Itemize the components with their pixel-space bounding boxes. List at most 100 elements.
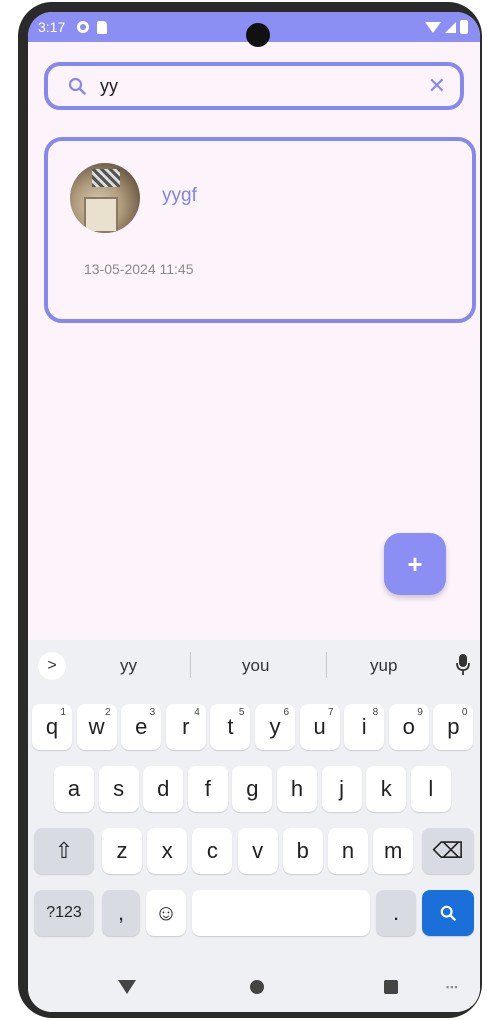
card-title: yygf bbox=[162, 185, 197, 206]
back-icon[interactable] bbox=[118, 980, 136, 994]
add-icon: + bbox=[407, 548, 423, 579]
key-m[interactable]: m bbox=[373, 828, 414, 874]
key-i-label: i bbox=[361, 714, 367, 739]
suggestion-strip: > yy you yup bbox=[28, 640, 480, 690]
key-b[interactable]: b bbox=[282, 828, 323, 874]
key-d-label: d bbox=[157, 776, 170, 801]
backspace-key[interactable]: ⌫ bbox=[422, 828, 474, 874]
key-c[interactable]: c bbox=[192, 828, 233, 874]
period-key[interactable]: . bbox=[376, 890, 416, 936]
search-icon bbox=[440, 905, 456, 921]
key-s[interactable]: s bbox=[98, 766, 139, 812]
key-q-label: q bbox=[45, 714, 59, 739]
key-o-label: o bbox=[402, 714, 415, 739]
search-input[interactable]: yy bbox=[100, 76, 428, 97]
key-p-label: p bbox=[447, 714, 460, 739]
key-a-label: a bbox=[67, 776, 81, 801]
suggestion-3[interactable]: yup bbox=[370, 656, 397, 676]
key-j-label: j bbox=[339, 776, 345, 801]
key-r[interactable]: r4 bbox=[165, 704, 206, 750]
suggestion-divider bbox=[326, 652, 327, 678]
key-l[interactable]: l bbox=[410, 766, 451, 812]
gear-icon bbox=[77, 21, 90, 33]
suggestion-1[interactable]: yy bbox=[120, 656, 137, 676]
key-u-label: u bbox=[313, 714, 326, 739]
backspace-icon: ⌫ bbox=[432, 838, 464, 863]
suggestion-divider bbox=[190, 652, 191, 678]
key-m-label: m bbox=[384, 838, 403, 863]
key-h-label: h bbox=[290, 776, 304, 801]
key-h[interactable]: h bbox=[277, 766, 317, 812]
key-n-label: n bbox=[341, 838, 355, 863]
keyboard: > yy you yup q1w2e3r4t5y6u7i8o9p0 asdfgh… bbox=[28, 640, 480, 1012]
key-q-number-hint: 1 bbox=[60, 707, 66, 718]
screen: 3:17 yy ✕ yygf 13-05-2024 11:45 + > yy y… bbox=[28, 12, 480, 1012]
emoji-key[interactable]: ☺ bbox=[146, 890, 186, 936]
space-key[interactable] bbox=[192, 890, 370, 936]
key-z[interactable]: z bbox=[102, 828, 142, 874]
key-n[interactable]: n bbox=[328, 828, 368, 874]
key-l-label: l bbox=[428, 776, 434, 801]
shift-icon: ⇧ bbox=[54, 838, 74, 863]
key-t[interactable]: t5 bbox=[210, 704, 251, 750]
note-card[interactable]: yygf 13-05-2024 11:45 bbox=[44, 137, 476, 323]
key-e-number-hint: 3 bbox=[149, 707, 156, 718]
key-j[interactable]: j bbox=[321, 766, 362, 812]
key-k[interactable]: k bbox=[366, 766, 407, 812]
chevron-right-icon: > bbox=[47, 657, 57, 674]
key-t-label: t bbox=[227, 714, 234, 739]
key-v-label: v bbox=[252, 838, 264, 863]
add-button[interactable]: + bbox=[384, 533, 446, 595]
key-y[interactable]: y6 bbox=[255, 704, 295, 750]
status-time: 3:17 bbox=[38, 19, 66, 35]
key-q[interactable]: q1 bbox=[32, 704, 72, 750]
navigation-bar: ▪▪▪ bbox=[28, 958, 480, 1012]
key-y-number-hint: 6 bbox=[283, 707, 289, 718]
key-p-number-hint: 0 bbox=[461, 707, 468, 718]
shift-key[interactable]: ⇧ bbox=[34, 828, 94, 874]
key-g[interactable]: g bbox=[232, 766, 273, 812]
home-icon[interactable] bbox=[250, 980, 264, 994]
key-f-label: f bbox=[204, 776, 211, 801]
suggestion-2[interactable]: you bbox=[242, 656, 269, 676]
avatar bbox=[70, 163, 140, 233]
key-k-label: k bbox=[380, 776, 392, 801]
key-f[interactable]: f bbox=[187, 766, 228, 812]
key-w-number-hint: 2 bbox=[105, 707, 111, 718]
expand-suggestions-button[interactable]: > bbox=[38, 652, 66, 680]
card-timestamp: 13-05-2024 11:45 bbox=[84, 261, 194, 277]
key-v[interactable]: v bbox=[237, 828, 278, 874]
key-o[interactable]: o9 bbox=[388, 704, 429, 750]
key-e[interactable]: e3 bbox=[121, 704, 162, 750]
key-g-label: g bbox=[246, 776, 259, 801]
avatar-frame-detail bbox=[84, 197, 118, 233]
search-key[interactable] bbox=[422, 890, 474, 936]
keyboard-switch-icon[interactable]: ▪▪▪ bbox=[446, 982, 459, 992]
symbols-key[interactable]: ?123 bbox=[34, 890, 94, 936]
key-w[interactable]: w2 bbox=[76, 704, 117, 750]
key-i-number-hint: 8 bbox=[372, 707, 379, 718]
recents-icon[interactable] bbox=[384, 980, 398, 994]
key-u-number-hint: 7 bbox=[328, 707, 334, 718]
wifi-icon bbox=[425, 21, 441, 33]
key-z-label: z bbox=[116, 838, 128, 863]
key-r-number-hint: 4 bbox=[194, 707, 200, 718]
key-c-label: c bbox=[206, 838, 218, 863]
key-t-number-hint: 5 bbox=[238, 707, 245, 718]
search-bar[interactable]: yy ✕ bbox=[44, 62, 464, 110]
avatar-window-detail bbox=[92, 169, 120, 187]
microphone-icon[interactable] bbox=[456, 654, 470, 676]
emoji-icon: ☺ bbox=[154, 900, 178, 925]
key-s-label: s bbox=[113, 776, 125, 801]
key-p[interactable]: p0 bbox=[433, 704, 474, 750]
close-icon[interactable]: ✕ bbox=[428, 75, 446, 97]
key-o-number-hint: 9 bbox=[417, 707, 423, 718]
key-a[interactable]: a bbox=[54, 766, 94, 812]
search-icon bbox=[68, 77, 86, 95]
comma-key[interactable]: , bbox=[102, 890, 140, 936]
key-u[interactable]: u7 bbox=[299, 704, 340, 750]
key-x[interactable]: x bbox=[147, 828, 188, 874]
key-d[interactable]: d bbox=[143, 766, 184, 812]
key-i[interactable]: i8 bbox=[344, 704, 385, 750]
camera-cutout bbox=[246, 23, 270, 47]
